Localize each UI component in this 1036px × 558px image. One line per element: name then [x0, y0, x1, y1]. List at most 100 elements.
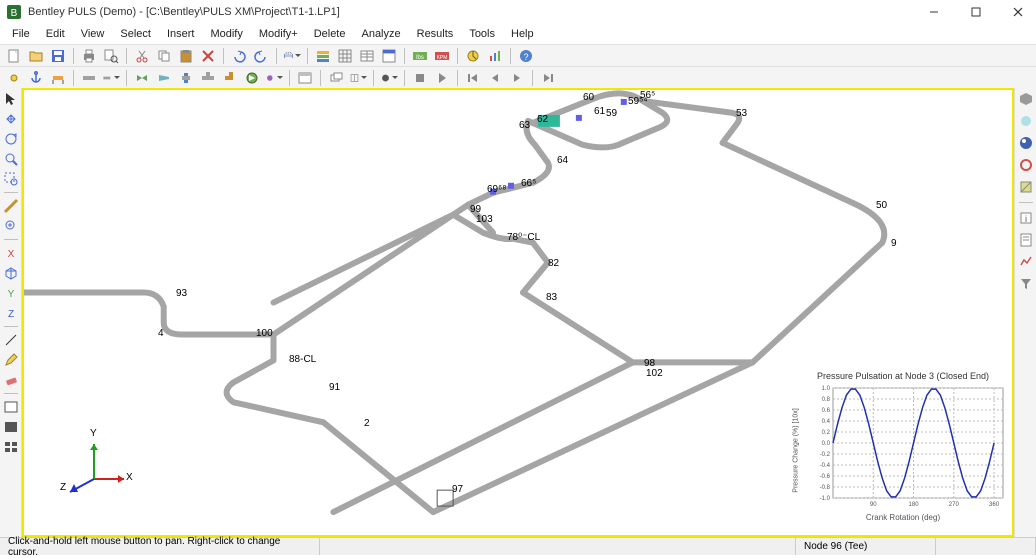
menu-results[interactable]: Results — [411, 26, 460, 42]
view-iso-button[interactable] — [1017, 90, 1035, 108]
view4-tool[interactable] — [2, 438, 20, 456]
maximize-button[interactable] — [964, 0, 988, 24]
chart-button[interactable] — [485, 46, 505, 66]
node-label: 50 — [876, 200, 887, 211]
prev-button[interactable] — [485, 68, 505, 88]
stop-button[interactable] — [410, 68, 430, 88]
menu-modify[interactable]: Modify — [204, 26, 248, 42]
model-viewport[interactable]: 60 61 62 63 64 59 56⁵ 59⁵⁴ 53 66⁵ 69⁶⁸ 9… — [22, 88, 1014, 537]
layers-button[interactable] — [313, 46, 333, 66]
menu-delete[interactable]: Delete — [308, 26, 352, 42]
menu-analyze[interactable]: Analyze — [355, 26, 406, 42]
section-button[interactable] — [1017, 178, 1035, 196]
menubar: File Edit View Select Insert Modify Modi… — [0, 24, 1036, 44]
view-front-button[interactable] — [1017, 112, 1035, 130]
compressor-button[interactable] — [242, 68, 262, 88]
menu-tools[interactable]: Tools — [463, 26, 501, 42]
node-label: 4 — [158, 328, 164, 339]
analyze-button[interactable] — [463, 46, 483, 66]
restraint-button[interactable] — [48, 68, 68, 88]
paste-button[interactable] — [176, 46, 196, 66]
grid-button[interactable] — [335, 46, 355, 66]
view-wire-button[interactable] — [1017, 156, 1035, 174]
svg-text:0.4: 0.4 — [822, 419, 831, 425]
svg-text:?: ? — [523, 52, 528, 62]
view-shade-button[interactable] — [1017, 134, 1035, 152]
statusbar: Click-and-hold left mouse button to pan.… — [0, 537, 1036, 555]
copy-button[interactable] — [154, 46, 174, 66]
anchor-button[interactable] — [26, 68, 46, 88]
menu-view[interactable]: View — [75, 26, 111, 42]
select-tool[interactable] — [2, 90, 20, 108]
valve-button[interactable] — [132, 68, 152, 88]
next-button[interactable] — [507, 68, 527, 88]
report-button[interactable] — [1017, 231, 1035, 249]
erase-tool[interactable] — [2, 371, 20, 389]
display-mode-button[interactable] — [379, 68, 399, 88]
undo-button[interactable] — [229, 46, 249, 66]
help-button[interactable]: ? — [516, 46, 536, 66]
elbow-button[interactable] — [220, 68, 240, 88]
menu-modify-plus[interactable]: Modify+ — [253, 26, 304, 42]
view1-tool[interactable] — [2, 398, 20, 416]
delete-button[interactable] — [198, 46, 218, 66]
cut-button[interactable] — [132, 46, 152, 66]
save-button[interactable] — [48, 46, 68, 66]
node-label: 59 — [606, 108, 617, 119]
node-label: 82 — [548, 258, 559, 269]
info-button[interactable]: i — [1017, 209, 1035, 227]
window-button[interactable] — [295, 68, 315, 88]
node-button[interactable] — [4, 68, 24, 88]
rotate-tool[interactable] — [2, 130, 20, 148]
close-button[interactable] — [1006, 0, 1030, 24]
units-kpm-button[interactable]: KPM — [432, 46, 452, 66]
zoom-tool[interactable] — [2, 150, 20, 168]
axis-y-tool[interactable]: Y — [2, 284, 20, 302]
pipe-button[interactable] — [79, 68, 99, 88]
minimize-button[interactable] — [922, 0, 946, 24]
axis-iso-tool[interactable] — [2, 264, 20, 282]
pan-tool[interactable] — [2, 110, 20, 128]
redo-button[interactable] — [251, 46, 271, 66]
node-label: 103 — [476, 214, 493, 225]
new-button[interactable] — [4, 46, 24, 66]
play-button[interactable] — [432, 68, 452, 88]
edit-tool[interactable] — [2, 351, 20, 369]
menu-help[interactable]: Help — [505, 26, 540, 42]
axis-z-tool[interactable]: Z — [2, 304, 20, 322]
menu-edit[interactable]: Edit — [40, 26, 71, 42]
measure-tool[interactable] — [2, 197, 20, 215]
tee-button[interactable] — [198, 68, 218, 88]
menu-select[interactable]: Select — [114, 26, 157, 42]
dimension-button[interactable]: E15 — [282, 46, 302, 66]
pipe-dd-button[interactable] — [101, 68, 121, 88]
print-button[interactable] — [79, 46, 99, 66]
chart-ylabel: Pressure Change (%) [10x] — [793, 408, 800, 492]
plot-button[interactable] — [1017, 253, 1035, 271]
reducer-button[interactable] — [154, 68, 174, 88]
status-hint: Click-and-hold left mouse button to pan.… — [0, 538, 320, 555]
layer-move-button[interactable] — [326, 68, 346, 88]
properties-button[interactable] — [379, 46, 399, 66]
open-button[interactable] — [26, 46, 46, 66]
svg-text:-0.2: -0.2 — [820, 452, 831, 458]
zoom-window-tool[interactable] — [2, 170, 20, 188]
print-preview-button[interactable] — [101, 46, 121, 66]
last-button[interactable] — [538, 68, 558, 88]
svg-text:0.6: 0.6 — [822, 408, 831, 414]
zoom-fit-tool[interactable] — [2, 217, 20, 235]
axis-x-tool[interactable]: X — [2, 244, 20, 262]
menu-insert[interactable]: Insert — [161, 26, 201, 42]
compressor-dd-button[interactable] — [264, 68, 284, 88]
flange-button[interactable] — [176, 68, 196, 88]
line-tool[interactable] — [2, 331, 20, 349]
view2-tool[interactable] — [2, 418, 20, 436]
pressure-chart: Pressure Pulsation at Node 3 (Closed End… — [798, 371, 1008, 531]
layer-copy-button[interactable] — [348, 68, 368, 88]
table-button[interactable] — [357, 46, 377, 66]
first-button[interactable] — [463, 68, 483, 88]
svg-text:E15: E15 — [285, 51, 291, 55]
filter-button[interactable] — [1017, 275, 1035, 293]
menu-file[interactable]: File — [6, 26, 36, 42]
units-lbs-button[interactable]: lbs — [410, 46, 430, 66]
